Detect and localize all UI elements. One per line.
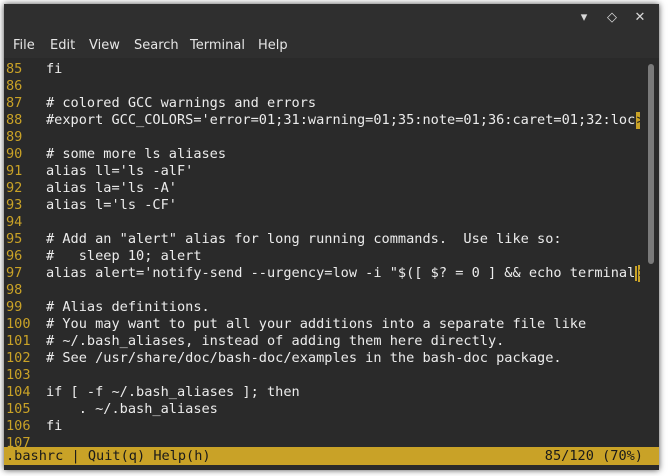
line-number: 88 — [6, 112, 23, 128]
title-bar: ▾ ◇ ✕ — [4, 4, 659, 32]
code-line: 87 # colored GCC warnings and errors — [4, 95, 640, 112]
text-cursor — [635, 266, 637, 281]
status-position: 85/120 (70%) — [544, 448, 643, 464]
line-number: 92 — [6, 180, 23, 196]
status-left: .bashrc | Quit(q) Help(h) — [6, 448, 211, 464]
menu-search[interactable]: Search — [134, 32, 179, 58]
line-number: 100 — [6, 316, 31, 332]
code-line: 102 # See /usr/share/doc/bash-doc/example… — [4, 350, 640, 367]
line-text: . ~/.bash_aliases — [46, 401, 218, 417]
code-line: 99 # Alias definitions. — [4, 299, 640, 316]
line-number: 94 — [6, 214, 23, 230]
menu-edit[interactable]: Edit — [50, 32, 75, 58]
scrollbar[interactable] — [640, 58, 659, 447]
code-line: 92 alias la='ls -A' — [4, 180, 640, 197]
code-line: 103 — [4, 367, 640, 384]
line-number: 103 — [6, 367, 31, 383]
line-text: #export GCC_COLORS='error=01;31:warning=… — [46, 112, 652, 128]
line-text: alias alert='notify-send --urgency=low -… — [46, 265, 644, 281]
line-text: # See /usr/share/doc/bash-doc/examples i… — [46, 350, 562, 366]
code-line: 89 — [4, 129, 640, 146]
close-icon[interactable]: ✕ — [632, 10, 648, 26]
line-text: fi — [46, 418, 63, 434]
line-text: alias l='ls -CF' — [46, 197, 177, 213]
terminal-content[interactable]: 85 fi 86 87 # colored GCC warnings and error… — [4, 58, 652, 451]
line-text: # ~/.bash_aliases, instead of adding the… — [46, 333, 505, 349]
line-text: # sleep 10; alert — [46, 248, 202, 264]
code-line: 90 # some more ls aliases — [4, 146, 640, 163]
line-text: alias ll='ls -alF' — [46, 163, 194, 179]
line-number: 106 — [6, 418, 31, 434]
terminal-window: ▾ ◇ ✕ File Edit View Search Terminal Hel… — [4, 4, 659, 470]
scrollbar-thumb[interactable] — [648, 64, 654, 264]
code-line: 98 — [4, 282, 640, 299]
line-number: 93 — [6, 197, 23, 213]
bottom-strip — [4, 465, 659, 470]
code-line: 94 — [4, 214, 640, 231]
line-number: 90 — [6, 146, 23, 162]
line-text: # Alias definitions. — [46, 299, 210, 315]
code-line: 96 # sleep 10; alert — [4, 248, 640, 265]
menu-help[interactable]: Help — [258, 32, 288, 58]
line-text: # Add an "alert" alias for long running … — [46, 231, 562, 247]
line-text: alias la='ls -A' — [46, 180, 177, 196]
line-number: 105 — [6, 401, 31, 417]
code-line: 95 # Add an "alert" alias for long runnin… — [4, 231, 640, 248]
minimize-icon[interactable]: ▾ — [576, 10, 592, 26]
menu-file[interactable]: File — [13, 32, 35, 58]
code-line: 106 fi — [4, 418, 640, 435]
status-bar: .bashrc | Quit(q) Help(h) 85/120 (70%) — [4, 447, 659, 465]
code-line: 101 # ~/.bash_aliases, instead of adding … — [4, 333, 640, 350]
line-number: 101 — [6, 333, 31, 349]
line-number: 86 — [6, 78, 23, 94]
code-line: 100 # You may want to put all your additi… — [4, 316, 640, 333]
line-text: # some more ls aliases — [46, 146, 227, 162]
line-number: 104 — [6, 384, 31, 400]
code-line: 91 alias ll='ls -alF' — [4, 163, 640, 180]
code-line: 85 fi — [4, 61, 640, 78]
line-number: 87 — [6, 95, 23, 111]
line-number: 89 — [6, 129, 23, 145]
line-number: 91 — [6, 163, 23, 179]
line-number: 99 — [6, 299, 23, 315]
code-line: 97 alias alert='notify-send --urgency=low… — [4, 265, 647, 282]
line-number: 98 — [6, 282, 23, 298]
line-number: 97 — [6, 265, 23, 281]
maximize-icon[interactable]: ◇ — [604, 10, 620, 26]
line-number: 85 — [6, 61, 23, 77]
code-line: 86 — [4, 78, 640, 95]
menu-view[interactable]: View — [89, 32, 120, 58]
line-text: if [ -f ~/.bash_aliases ]; then — [46, 384, 300, 400]
line-number: 95 — [6, 231, 23, 247]
line-number: 102 — [6, 350, 31, 366]
code-line: 93 alias l='ls -CF' — [4, 197, 640, 214]
menu-bar: File Edit View Search Terminal Help — [4, 32, 659, 58]
line-number: 96 — [6, 248, 23, 264]
line-text: # colored GCC warnings and errors — [46, 95, 317, 111]
code-line: 105 . ~/.bash_aliases — [4, 401, 640, 418]
code-line: 88 #export GCC_COLORS='error=01;31:warnin… — [4, 112, 652, 129]
line-text: # You may want to put all your additions… — [46, 316, 587, 332]
code-line: 104 if [ -f ~/.bash_aliases ]; then — [4, 384, 640, 401]
menu-terminal[interactable]: Terminal — [190, 32, 245, 58]
line-text: fi — [46, 61, 63, 77]
